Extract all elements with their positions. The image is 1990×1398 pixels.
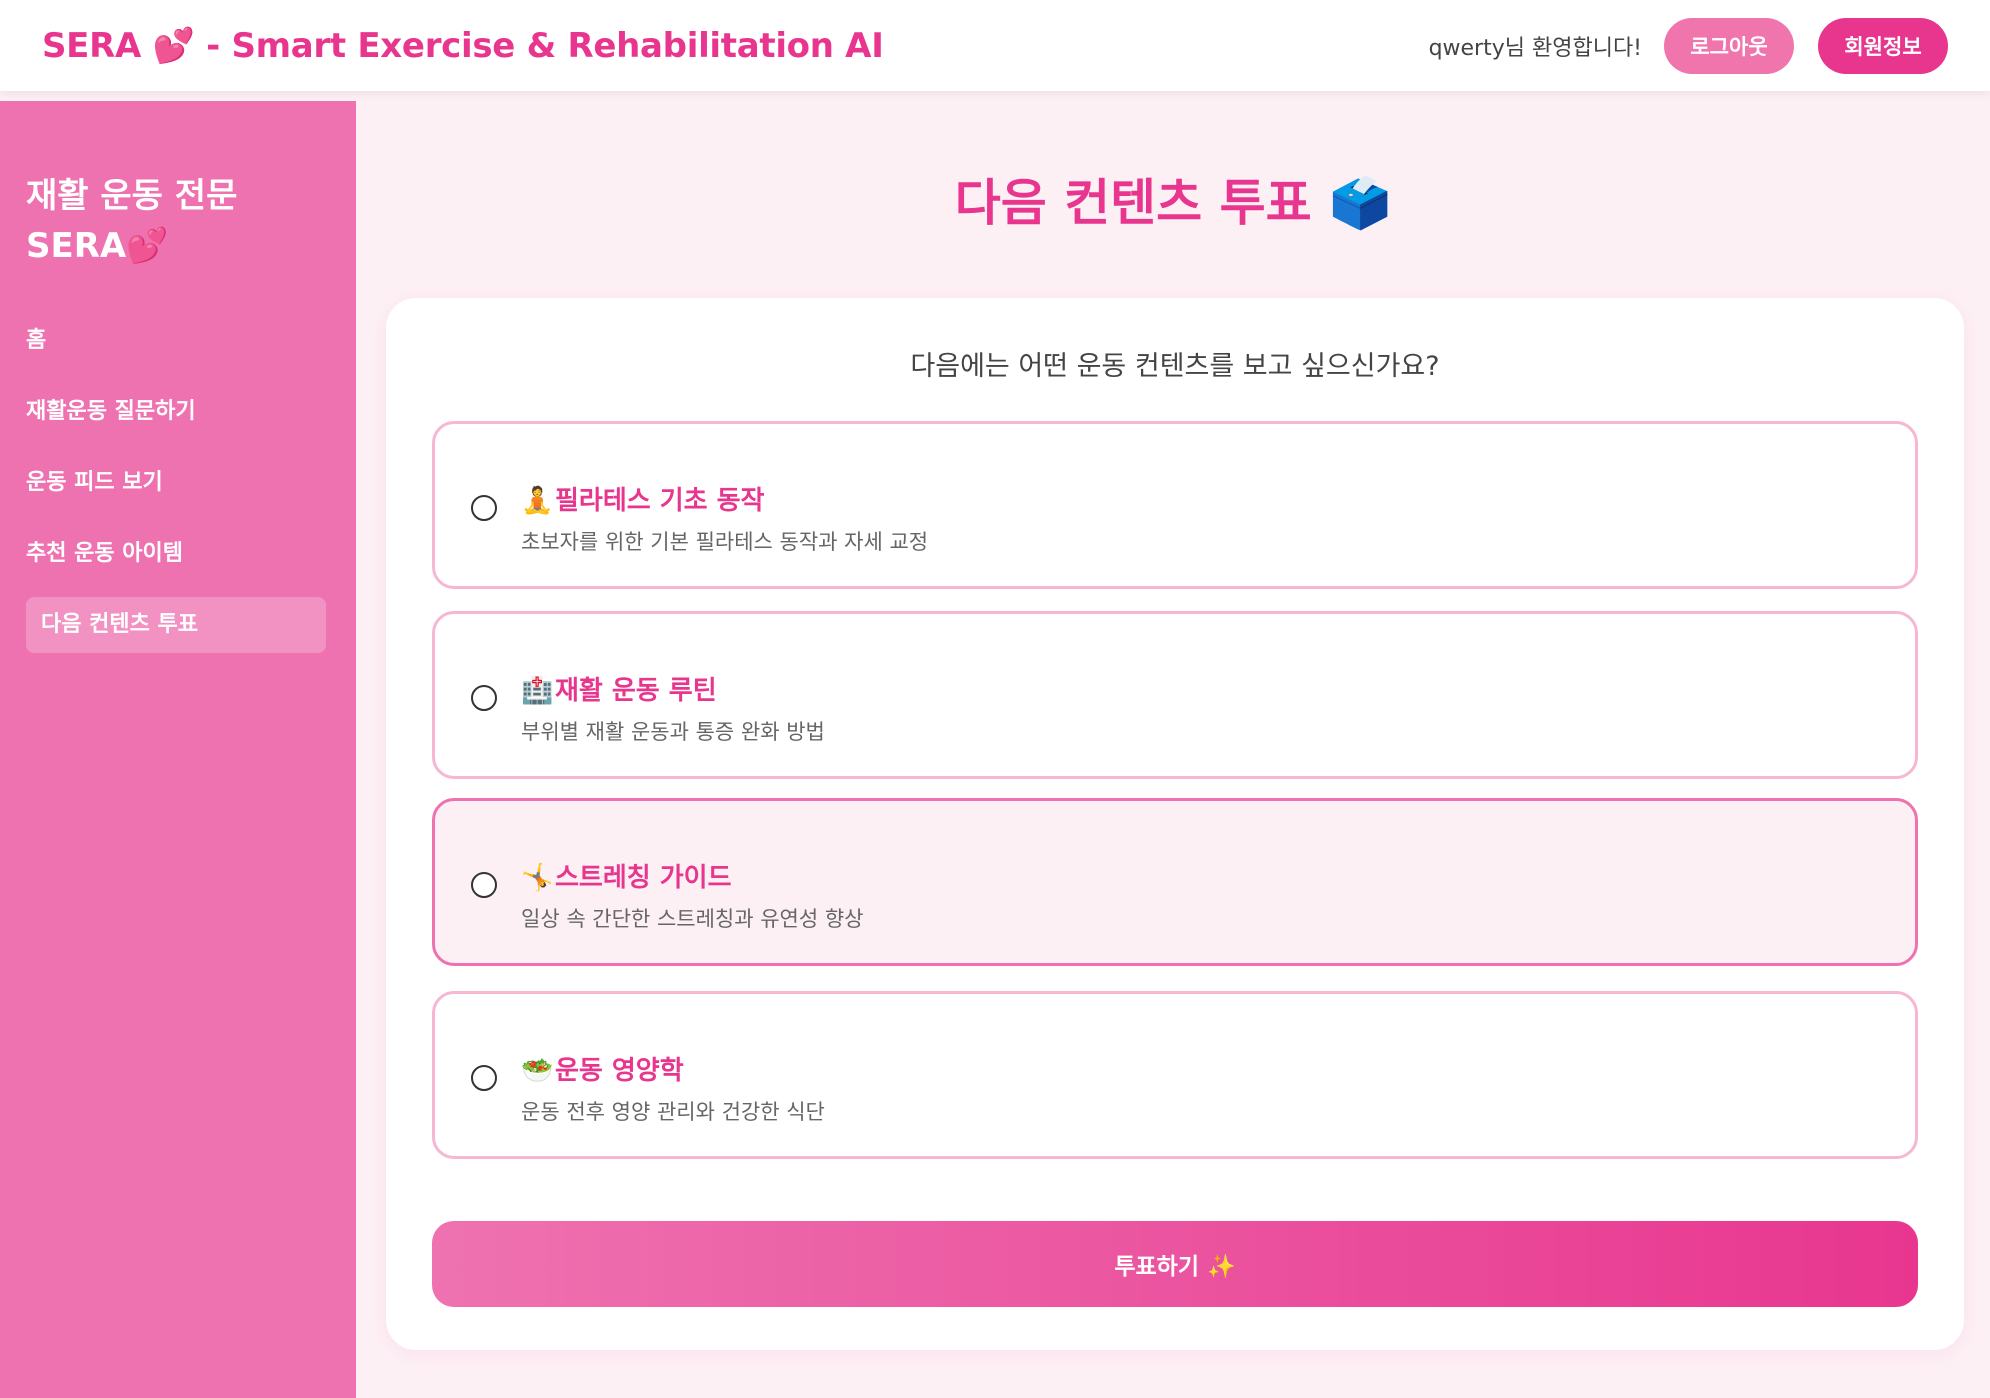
sidebar-item-content-vote[interactable]: 다음 컨텐츠 투표 bbox=[26, 597, 326, 653]
sidebar-title-line2: SERA💕 bbox=[26, 226, 169, 266]
main-content: 다음 컨텐츠 투표 🗳️ 다음에는 어떤 운동 컨텐츠를 보고 싶으신가요? 🧘… bbox=[356, 101, 1990, 1398]
option-title-text: 스트레칭 가이드 bbox=[555, 863, 732, 893]
vote-option-nutrition[interactable]: 🥗운동 영양학 운동 전후 영양 관리와 건강한 식단 bbox=[432, 991, 1918, 1159]
vote-option-rehab-routine[interactable]: 🏥재활 운동 루틴 부위별 재활 운동과 통증 완화 방법 bbox=[432, 611, 1918, 779]
sidebar-item-ask-rehab[interactable]: 재활운동 질문하기 bbox=[26, 384, 326, 440]
radio-button[interactable] bbox=[471, 1065, 497, 1091]
welcome-text: qwerty님 환영합니다! bbox=[1428, 35, 1642, 61]
radio-button[interactable] bbox=[471, 685, 497, 711]
option-description: 운동 전후 영양 관리와 건강한 식단 bbox=[521, 1100, 825, 1124]
option-description: 부위별 재활 운동과 통증 완화 방법 bbox=[521, 720, 825, 744]
option-title-text: 운동 영양학 bbox=[555, 1056, 684, 1086]
logout-button[interactable]: 로그아웃 bbox=[1664, 17, 1794, 74]
sidebar-title: 재활 운동 전문 SERA💕 bbox=[26, 171, 326, 271]
member-info-button[interactable]: 회원정보 bbox=[1818, 17, 1948, 74]
page-title: 다음 컨텐츠 투표 🗳️ bbox=[954, 174, 1392, 232]
option-title: 🧘필라테스 기초 동작 bbox=[521, 480, 764, 517]
meditation-icon: 🧘 bbox=[521, 486, 554, 516]
top-bar: SERA 💕 - Smart Exercise & Rehabilitation… bbox=[0, 0, 1990, 91]
cartwheel-icon: 🤸 bbox=[521, 863, 554, 893]
vote-question: 다음에는 어떤 운동 컨텐츠를 보고 싶으신가요? bbox=[910, 351, 1440, 382]
option-title: 🥗운동 영양학 bbox=[521, 1050, 684, 1087]
hospital-icon: 🏥 bbox=[521, 676, 554, 706]
sidebar-nav: 홈 재활운동 질문하기 운동 피드 보기 추천 운동 아이템 다음 컨텐츠 투표 bbox=[26, 313, 326, 668]
vote-option-pilates[interactable]: 🧘필라테스 기초 동작 초보자를 위한 기본 필라테스 동작과 자세 교정 bbox=[432, 421, 1918, 589]
sidebar: 재활 운동 전문 SERA💕 홈 재활운동 질문하기 운동 피드 보기 추천 운… bbox=[0, 101, 356, 1398]
salad-icon: 🥗 bbox=[521, 1056, 554, 1086]
option-title: 🤸스트레칭 가이드 bbox=[521, 857, 732, 894]
brand-title: SERA 💕 - Smart Exercise & Rehabilitation… bbox=[42, 25, 884, 66]
vote-option-stretching[interactable]: 🤸스트레칭 가이드 일상 속 간단한 스트레칭과 유연성 향상 bbox=[432, 798, 1918, 966]
sidebar-item-exercise-feed[interactable]: 운동 피드 보기 bbox=[26, 455, 326, 511]
vote-card: 다음에는 어떤 운동 컨텐츠를 보고 싶으신가요? 🧘필라테스 기초 동작 초보… bbox=[386, 298, 1964, 1350]
sidebar-item-recommended-items[interactable]: 추천 운동 아이템 bbox=[26, 526, 326, 582]
vote-submit-button[interactable]: 투표하기 ✨ bbox=[432, 1221, 1918, 1307]
option-description: 초보자를 위한 기본 필라테스 동작과 자세 교정 bbox=[521, 530, 929, 554]
option-description: 일상 속 간단한 스트레칭과 유연성 향상 bbox=[521, 907, 864, 931]
option-title-text: 필라테스 기초 동작 bbox=[555, 486, 765, 516]
radio-button[interactable] bbox=[471, 872, 497, 898]
option-title-text: 재활 운동 루틴 bbox=[555, 676, 717, 706]
option-title: 🏥재활 운동 루틴 bbox=[521, 670, 717, 707]
sidebar-title-line1: 재활 운동 전문 bbox=[26, 176, 238, 216]
radio-button[interactable] bbox=[471, 495, 497, 521]
sidebar-item-home[interactable]: 홈 bbox=[26, 313, 326, 369]
user-area: qwerty님 환영합니다! 로그아웃 회원정보 bbox=[1428, 17, 1948, 74]
